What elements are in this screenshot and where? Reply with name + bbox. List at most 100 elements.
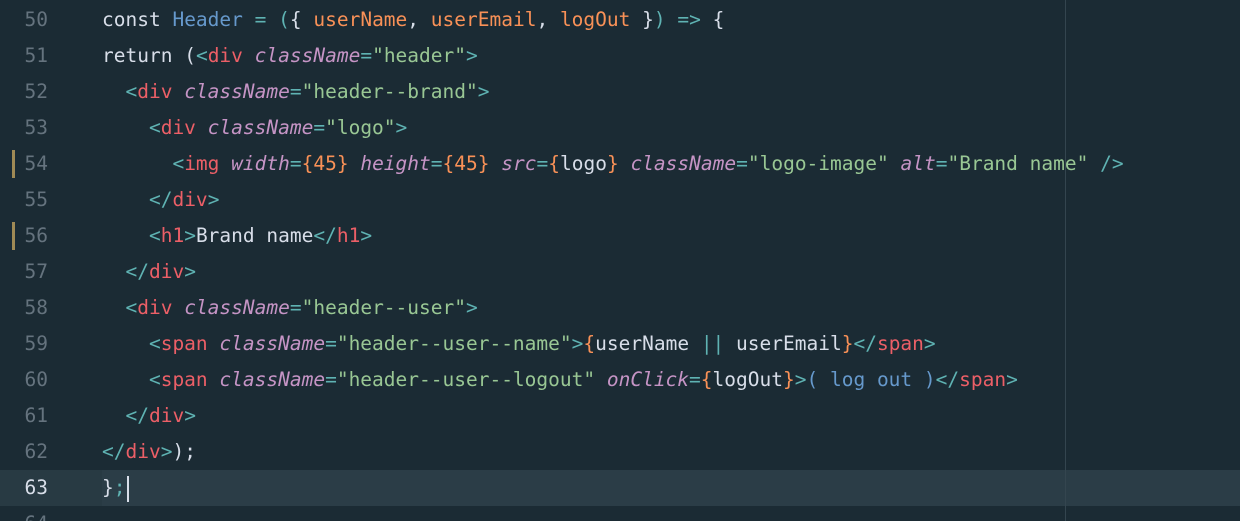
code-line[interactable]: 62 </div>); [0,434,1240,470]
code-text[interactable]: <div className="header--brand"> [102,74,1240,110]
code-line[interactable]: 55 </div> [0,182,1240,218]
code-token: "Brand name" [947,152,1089,175]
code-token: ) => [653,8,713,31]
code-token: span [160,368,220,391]
code-token: </ [102,440,126,463]
code-text[interactable]: <span className="header--user--logout" o… [102,362,1240,398]
line-number: 57 [24,260,48,283]
code-token: return [102,44,185,67]
code-token: onClick [606,368,690,391]
code-token: } [336,152,361,175]
code-token: = ( [242,8,290,31]
line-number: 59 [24,332,48,355]
code-token: = [536,152,549,175]
code-token: = [736,152,748,175]
code-token: const [102,8,173,31]
code-token: div [207,44,255,67]
code-token: div [172,188,208,211]
code-token: div [160,116,208,139]
code-text[interactable]: const Header = ({ userName, userEmail, l… [102,2,1240,38]
code-token: Brand name [195,224,314,247]
code-line[interactable]: 53 <div className="logo"> [0,110,1240,146]
code-editor[interactable]: 50 const Header = ({ userName, userEmail,… [0,0,1240,521]
code-token: = [289,152,302,175]
code-token: span [160,332,220,355]
code-token: = [325,368,337,391]
code-token: , [407,8,431,31]
code-token: { [548,152,560,175]
code-token: userEmail [736,332,842,355]
line-number: 62 [24,440,48,463]
code-token: < [102,332,161,355]
code-token: { [289,8,302,31]
line-number: 54 [24,152,48,175]
code-token: height [360,152,431,175]
code-token: "header" [372,44,466,67]
wrap-guide-ruler [1065,0,1066,521]
code-token: div [137,80,185,103]
line-number: 53 [24,116,48,139]
code-text[interactable]: <div className="logo"> [102,110,1240,146]
code-token: > [571,332,584,355]
code-token: 45 [313,152,337,175]
code-token: { [700,368,713,391]
code-token: span [876,332,924,355]
code-line[interactable]: 50 const Header = ({ userName, userEmail,… [0,2,1240,38]
code-text[interactable]: return (<div className="header"> [102,38,1240,74]
code-token: = [430,152,443,175]
code-token: div [137,296,185,319]
text-cursor [126,475,129,502]
code-token: ( log out ) [806,368,936,391]
code-token: "header--user" [301,296,466,319]
code-token: className [184,80,290,103]
line-number: 55 [24,188,48,211]
code-token: div [148,404,185,427]
line-number: 52 [24,80,48,103]
code-token: className [219,368,326,391]
code-line[interactable]: 61 </div> [0,398,1240,434]
code-line[interactable]: 57 </div> [0,254,1240,290]
code-text[interactable]: <img width={45} height={45} src={logo} c… [102,146,1240,182]
code-token: } [477,152,502,175]
code-line[interactable]: 54 <img width={45} height={45} src={logo… [0,146,1240,182]
code-token: </ [102,404,149,427]
code-line[interactable]: 51 return (<div className="header"> [0,38,1240,74]
code-token: userName [595,332,701,355]
code-token: img [184,152,232,175]
code-line[interactable]: 52 <div className="header--brand"> [0,74,1240,110]
code-line[interactable]: 56 <h1>Brand name</h1> [0,218,1240,254]
code-token: { [712,8,725,31]
code-text[interactable]: <div className="header--user"> [102,290,1240,326]
code-token: < [102,152,185,175]
code-token: > [794,368,807,391]
code-text[interactable]: <span className="header--user--name">{us… [102,326,1240,362]
code-token: > [160,440,173,463]
code-token: < [102,80,138,103]
code-line[interactable]: 64 [0,506,1240,521]
code-token: } [102,476,114,499]
code-text[interactable]: <h1>Brand name</h1> [102,218,1240,254]
code-line[interactable]: 60 <span className="header--user--logout… [0,362,1240,398]
code-token: < [195,44,208,67]
code-line[interactable]: 63}; [0,470,1240,506]
code-text[interactable]: }; [102,470,1240,506]
code-text[interactable]: </div> [102,398,1240,434]
code-text[interactable] [102,506,1240,521]
line-number: 64 [0,506,48,521]
code-token: = [325,332,337,355]
code-token: = [289,80,302,103]
line-number: 51 [24,44,48,67]
code-token: </ [102,260,149,283]
line-number: 58 [24,296,48,319]
line-number: 56 [24,224,48,247]
code-token: = [360,44,373,67]
code-token: h1 [160,224,185,247]
code-line[interactable]: 59 <span className="header--user--name">… [0,326,1240,362]
code-token: className [630,152,737,175]
code-token: logOut [559,8,631,31]
code-token: > [466,296,478,319]
code-text[interactable]: </div> [102,182,1240,218]
code-line[interactable]: 58 <div className="header--user"> [0,290,1240,326]
code-text[interactable]: </div> [102,254,1240,290]
code-text[interactable]: </div>); [102,434,1240,470]
